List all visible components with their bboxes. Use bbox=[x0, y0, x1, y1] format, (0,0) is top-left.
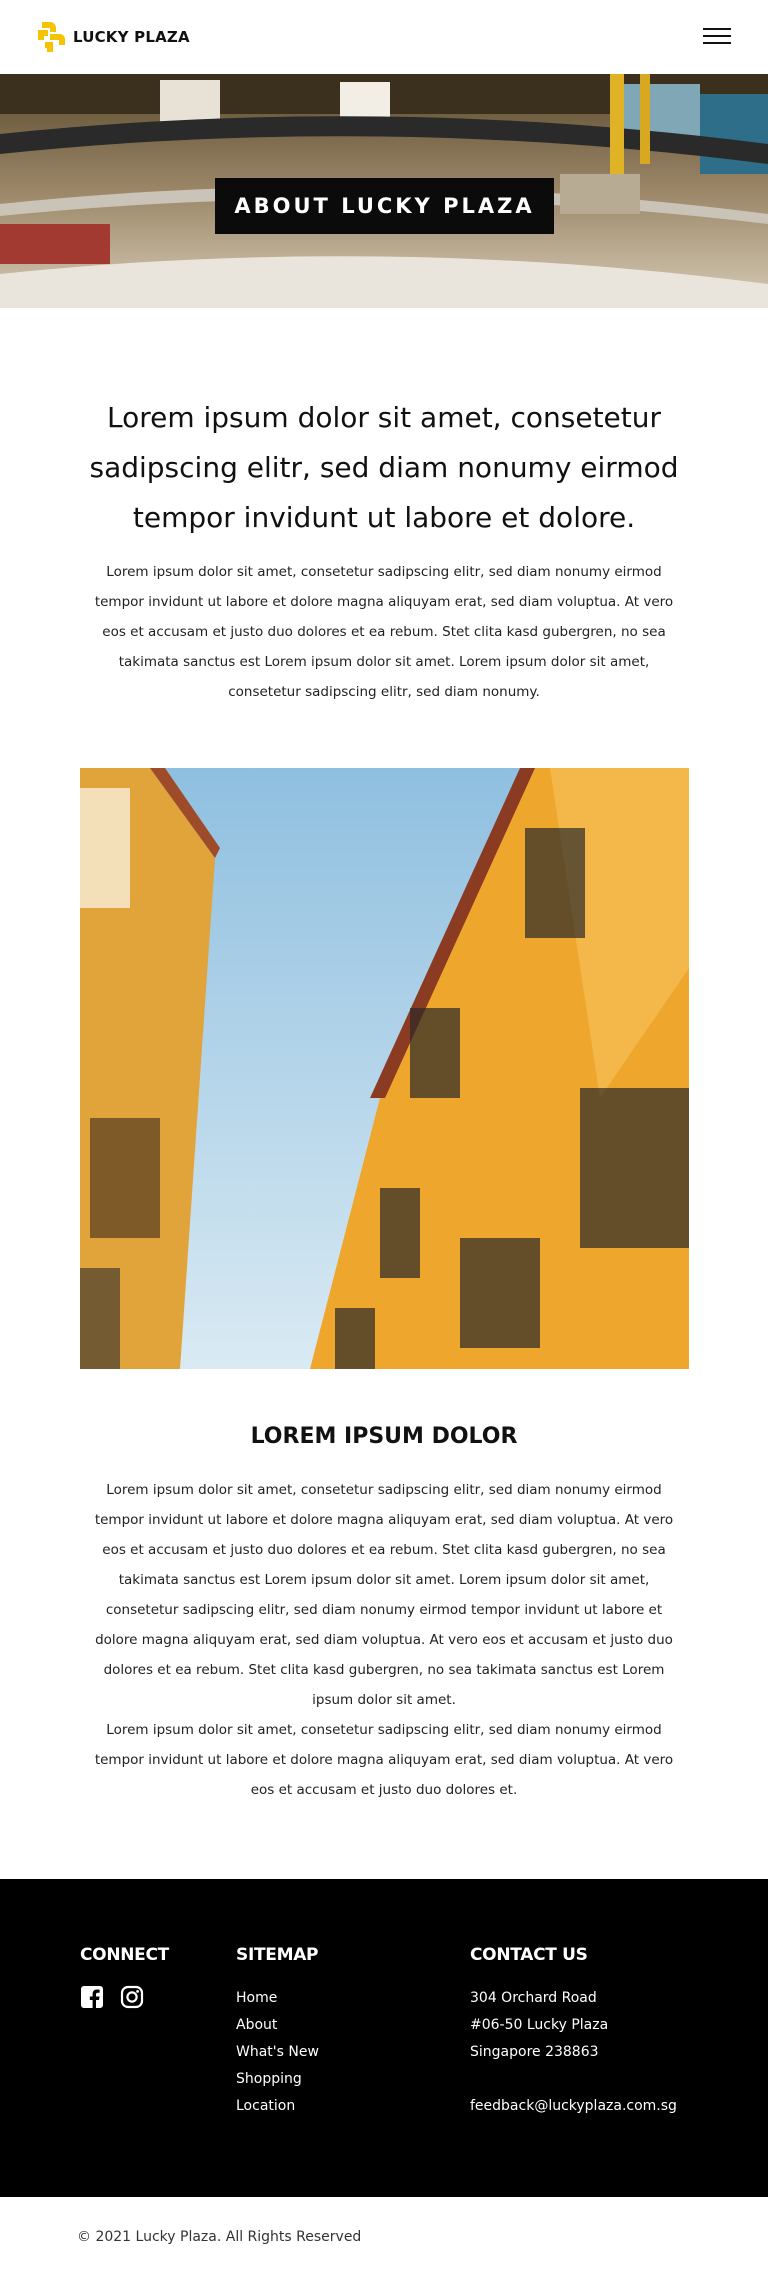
page-title: ABOUT LUCKY PLAZA bbox=[234, 194, 535, 218]
footer-contact: CONTACT US 304 Orchard Road #06-50 Lucky… bbox=[470, 1945, 677, 2120]
contact-email-link[interactable]: feedback@luckyplaza.com.sg bbox=[470, 2093, 677, 2120]
sitemap-links: Home About What's New Shopping Location bbox=[236, 1985, 319, 2120]
sitemap-link-location[interactable]: Location bbox=[236, 2093, 319, 2120]
hero-title-box: ABOUT LUCKY PLAZA bbox=[215, 178, 554, 234]
footer-connect: CONNECT bbox=[80, 1945, 169, 2009]
sitemap-link-home[interactable]: Home bbox=[236, 1985, 319, 2012]
hero-banner: ABOUT LUCKY PLAZA bbox=[0, 74, 768, 308]
building-image bbox=[80, 768, 689, 1369]
sitemap-link-whats-new[interactable]: What's New bbox=[236, 2039, 319, 2066]
connect-heading: CONNECT bbox=[80, 1945, 169, 1965]
hamburger-menu-icon[interactable] bbox=[703, 26, 731, 46]
section-body: Lorem ipsum dolor sit amet, consetetur s… bbox=[88, 1475, 680, 1805]
copyright-text: © 2021 Lucky Plaza. All Rights Reserved bbox=[77, 2229, 362, 2245]
contact-address: 304 Orchard Road #06-50 Lucky Plaza Sing… bbox=[470, 1985, 677, 2066]
site-footer: CONNECT SITEMAP Home About What's New Sh… bbox=[0, 1879, 768, 2197]
logo[interactable]: LUCKY PLAZA bbox=[36, 18, 190, 56]
section-paragraph-1: Lorem ipsum dolor sit amet, consetetur s… bbox=[94, 1482, 674, 1708]
lucky-plaza-logo-icon bbox=[36, 20, 66, 54]
sitemap-link-about[interactable]: About bbox=[236, 2012, 319, 2039]
brand-name: LUCKY PLAZA bbox=[73, 28, 190, 46]
instagram-icon[interactable] bbox=[120, 1985, 144, 2009]
sitemap-link-shopping[interactable]: Shopping bbox=[236, 2066, 319, 2093]
footer-sitemap: SITEMAP Home About What's New Shopping L… bbox=[236, 1945, 319, 2120]
section-title: LOREM IPSUM DOLOR bbox=[250, 1424, 518, 1449]
facebook-icon[interactable] bbox=[80, 1985, 104, 2009]
address-line-3: Singapore 238863 bbox=[470, 2044, 599, 2060]
social-links bbox=[80, 1985, 169, 2009]
site-header: LUCKY PLAZA bbox=[0, 0, 768, 74]
intro-paragraph: Lorem ipsum dolor sit amet, consetetur s… bbox=[94, 564, 674, 700]
sitemap-heading: SITEMAP bbox=[236, 1945, 319, 1965]
intro-lead: Lorem ipsum dolor sit amet, consetetur s… bbox=[89, 401, 679, 534]
section-paragraph-2: Lorem ipsum dolor sit amet, consetetur s… bbox=[94, 1722, 674, 1798]
address-line-2: #06-50 Lucky Plaza bbox=[470, 2017, 609, 2033]
address-line-1: 304 Orchard Road bbox=[470, 1990, 597, 2006]
contact-heading: CONTACT US bbox=[470, 1945, 588, 1965]
